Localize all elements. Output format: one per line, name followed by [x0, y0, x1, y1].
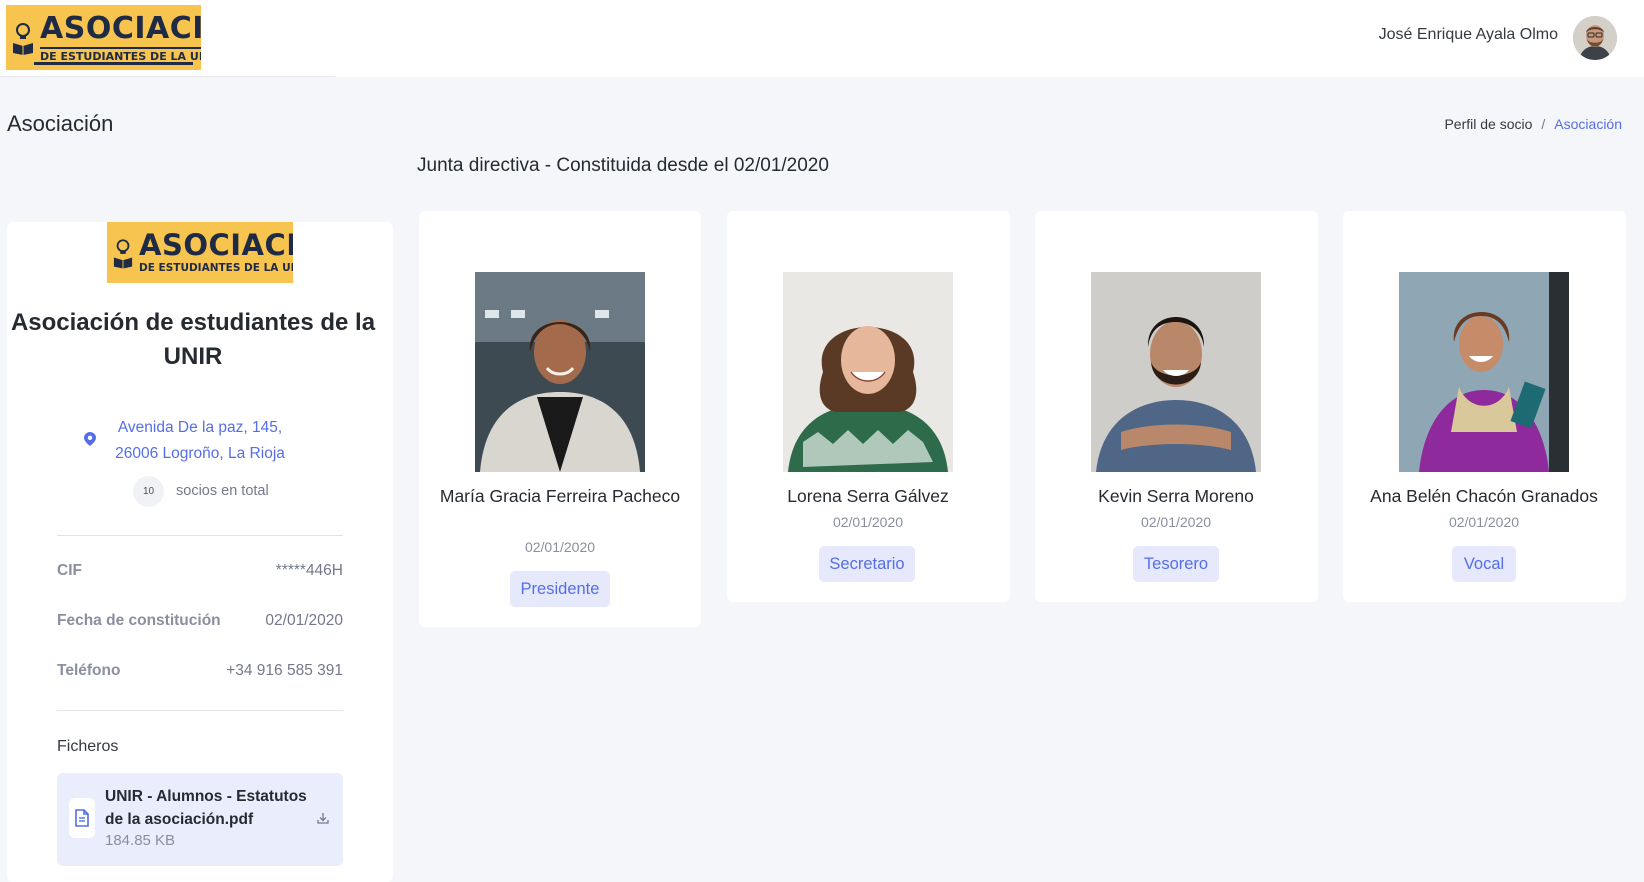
member-name: Ana Belén Chacón Granados	[1370, 486, 1598, 506]
member-date: 02/01/2020	[1140, 514, 1212, 530]
member-date: 02/01/2020	[832, 514, 904, 530]
cif-value: *****446H	[275, 562, 343, 579]
member-photo	[783, 272, 953, 472]
founding-date-value: 02/01/2020	[265, 612, 343, 629]
member-name: Lorena Serra Gálvez	[787, 486, 949, 506]
lightbulb-book-icon	[13, 22, 33, 55]
logo-subtitle: DE ESTUDIANTES DE LA UNIR	[40, 46, 201, 62]
breadcrumb-item-asociacion: Asociación	[1554, 116, 1622, 132]
member-date: 02/01/2020	[524, 539, 596, 555]
logo-subtitle: DE ESTUDIANTES DE LA UNIR	[139, 262, 293, 275]
breadcrumb-separator: /	[1541, 116, 1546, 132]
member-photo	[1399, 272, 1569, 472]
file-item[interactable]: UNIR - Alumnos - Estatutos de la asociac…	[57, 773, 343, 866]
breadcrumb-item-perfil[interactable]: Perfil de socio	[1444, 116, 1532, 132]
member-count-badge: 10	[133, 476, 164, 507]
divider	[57, 535, 343, 536]
member-photo	[1091, 272, 1261, 472]
phone-label: Teléfono	[57, 662, 121, 679]
role-badge: Presidente	[510, 571, 610, 607]
founding-date-label: Fecha de constitución	[57, 612, 221, 629]
association-address[interactable]: Avenida De la paz, 145, 26006 Logroño, L…	[112, 415, 288, 467]
file-document-icon	[69, 798, 95, 838]
member-count-label: socios en total	[176, 483, 269, 499]
phone-value: +34 916 585 391	[226, 662, 343, 679]
board-member-card: Kevin Serra Moreno 02/01/2020 Tesorero	[1035, 211, 1318, 602]
member-name: Kevin Serra Moreno	[1098, 486, 1254, 506]
role-badge: Vocal	[1452, 546, 1516, 582]
download-icon[interactable]	[317, 812, 329, 824]
association-logo: ASOCIACIÓN DE ESTUDIANTES DE LA UNIR	[107, 222, 293, 283]
logo-underline	[34, 62, 193, 65]
cif-label: CIF	[57, 562, 82, 579]
files-heading: Ficheros	[57, 738, 119, 755]
file-name[interactable]: UNIR - Alumnos - Estatutos de la asociac…	[105, 785, 315, 831]
divider	[57, 710, 343, 711]
user-avatar[interactable]	[1573, 16, 1617, 60]
breadcrumb: Perfil de socio / Asociación	[1444, 116, 1622, 132]
page-title: Asociación	[7, 111, 114, 136]
map-pin-icon	[84, 432, 96, 446]
user-name[interactable]: José Enrique Ayala Olmo	[1379, 26, 1558, 44]
brand-logo[interactable]: ASOCIACIÓN DE ESTUDIANTES DE LA UNIR	[6, 5, 201, 70]
logo-title: ASOCIACIÓN	[40, 10, 201, 46]
user-avatar-image	[1573, 16, 1617, 60]
association-name: Asociación de estudiantes de la UNIR	[10, 309, 376, 370]
member-name: María Gracia Ferreira Pacheco	[439, 486, 681, 506]
logo-title: ASOCIACIÓN	[139, 228, 293, 263]
board-member-card: Ana Belén Chacón Granados 02/01/2020 Voc…	[1343, 211, 1626, 602]
lightbulb-book-icon	[113, 238, 133, 268]
header-divider	[0, 76, 335, 77]
file-size: 184.85 KB	[105, 832, 176, 849]
board-title: Junta directiva - Constituida desde el 0…	[417, 155, 829, 176]
role-badge: Secretario	[819, 546, 915, 582]
board-member-card: Lorena Serra Gálvez 02/01/2020 Secretari…	[727, 211, 1010, 602]
board-member-card: María Gracia Ferreira Pacheco 02/01/2020…	[419, 211, 701, 627]
member-date: 02/01/2020	[1448, 514, 1520, 530]
role-badge: Tesorero	[1133, 546, 1219, 582]
member-photo	[475, 272, 645, 472]
